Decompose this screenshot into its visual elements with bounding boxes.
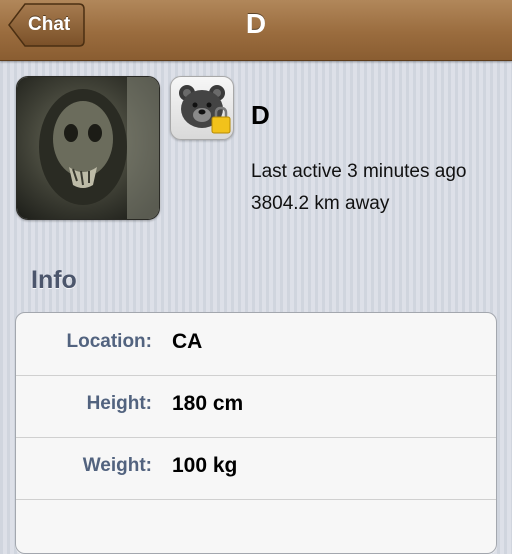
bear-icon: [179, 85, 231, 134]
info-section-header: Info: [31, 266, 77, 294]
page-title: D: [245, 8, 267, 39]
row-value: CA: [172, 330, 203, 353]
info-row-weight: Weight: 100 kg: [16, 437, 496, 500]
row-value: 100 kg: [172, 454, 238, 477]
info-table: Location: CA Height: 180 cm Weight: 100 …: [15, 312, 497, 554]
profile-photo-image: [17, 77, 159, 219]
profile-name: D: [251, 100, 270, 130]
info-row-height: Height: 180 cm: [16, 375, 496, 438]
last-active-text: Last active 3 minutes ago: [251, 161, 467, 182]
navigation-bar: Chat D: [0, 0, 512, 61]
locked-bear-icon[interactable]: [170, 76, 234, 140]
row-label: Weight:: [82, 455, 152, 476]
row-label: Location:: [66, 331, 153, 352]
distance-text: 3804.2 km away: [251, 193, 390, 214]
row-value: 180 cm: [172, 392, 244, 415]
info-row-location: Location: CA: [16, 313, 496, 376]
profile-photo[interactable]: [16, 76, 160, 220]
row-label: Height:: [86, 393, 152, 414]
